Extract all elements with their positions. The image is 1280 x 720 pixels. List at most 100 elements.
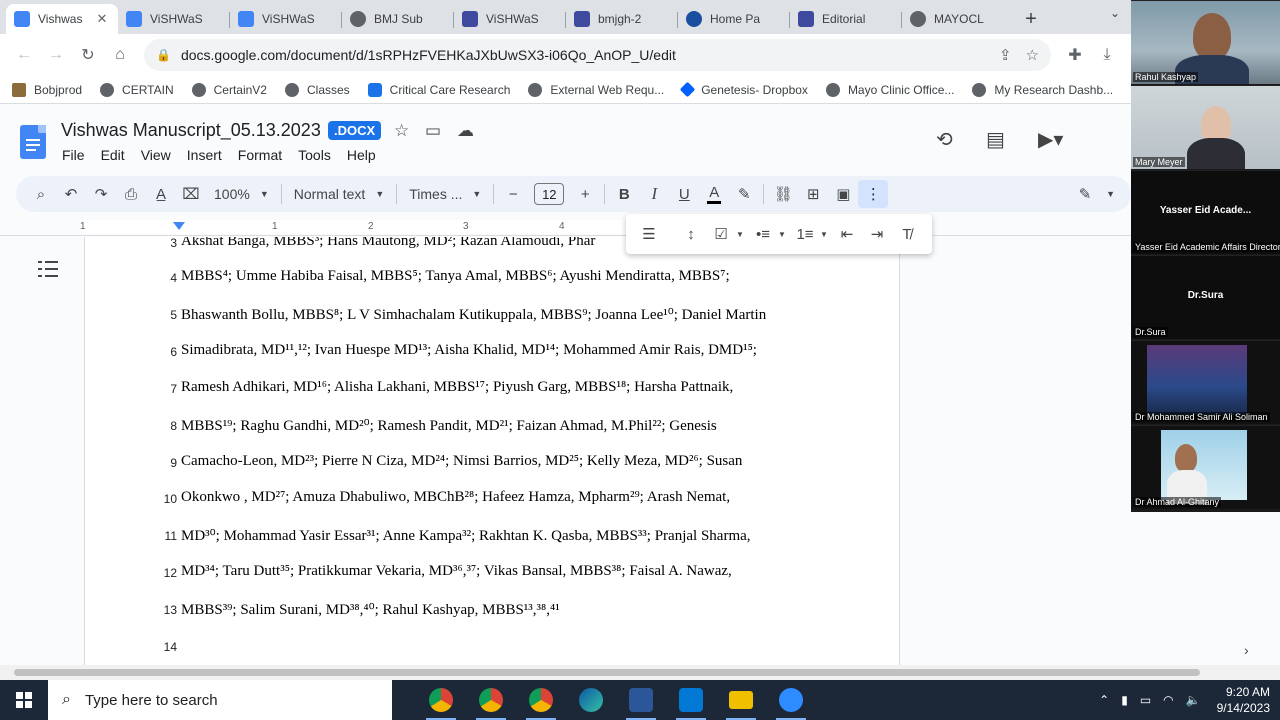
chevron-right-icon[interactable]: ›	[1244, 642, 1249, 658]
document-line[interactable]: 12 MD³⁴; Taru Dutt³⁵; Pratikkumar Vekaria…	[85, 563, 901, 585]
taskbar-word[interactable]	[616, 680, 666, 720]
document-line[interactable]: 11 MD³⁰; Mohammad Yasir Essar³¹; Anne Kam…	[85, 526, 901, 548]
taskbar-chrome-profile-2[interactable]	[466, 680, 516, 720]
taskbar-zoom[interactable]	[766, 680, 816, 720]
participant-video-tile[interactable]: Rahul Kashyap	[1131, 0, 1280, 84]
document-line[interactable]: 14	[85, 637, 901, 659]
bookmark-item[interactable]: External Web Requ...	[528, 82, 664, 97]
reload-icon[interactable]: ↻	[72, 39, 104, 71]
bookmark-item[interactable]: Bobjprod	[12, 82, 82, 97]
taskbar-chrome-profile-1[interactable]	[416, 680, 466, 720]
participant-tile[interactable]: Yasser Eid Acade... Yasser Eid Academic …	[1131, 170, 1280, 254]
wifi-icon[interactable]: ◠	[1163, 693, 1173, 707]
document-canvas[interactable]: 3 Akshat Banga, MBBS³; Hans Mautong, MD²;…	[0, 237, 1131, 665]
document-line[interactable]: 7 Ramesh Adhikari, MD¹⁶; Alisha Lakhani, …	[85, 379, 901, 401]
document-line[interactable]: 5 Bhaswanth Bollu, MBBS⁸; L V Simhachalam…	[85, 305, 901, 327]
font-size-input[interactable]: 12	[534, 183, 565, 205]
menu-insert[interactable]: Insert	[179, 145, 230, 165]
taskbar-clock[interactable]: 9:20 AM 9/14/2023	[1217, 684, 1270, 716]
taskbar-search-box[interactable]: ⌕ Type here to search	[48, 680, 392, 720]
home-icon[interactable]: ⌂	[104, 39, 136, 71]
taskbar-outlook[interactable]	[666, 680, 716, 720]
chevron-up-icon[interactable]: ⌃	[1099, 693, 1109, 707]
menu-format[interactable]: Format	[230, 145, 290, 165]
highlight-pen-icon[interactable]: ✎	[729, 180, 759, 208]
document-line[interactable]: 10 Okonkwo , MD²⁷; Amuza Dhabuliwo, MBChB…	[85, 489, 901, 511]
document-line[interactable]: 8 MBBS¹⁹; Raghu Gandhi, MD²⁰; Ramesh Pand…	[85, 416, 901, 438]
increase-indent-icon[interactable]: ⇥	[862, 225, 892, 243]
add-comment-icon[interactable]: ⊞	[798, 180, 828, 208]
line-spacing-icon[interactable]: ↕	[676, 226, 706, 243]
browser-tab[interactable]: ViSHWaS	[454, 4, 566, 34]
participant-video-tile[interactable]: Dr Mohammed Samir Ali Soliman	[1131, 340, 1280, 424]
participant-tile[interactable]: Dr.Sura Dr.Sura	[1131, 255, 1280, 339]
share-icon[interactable]: ⇪	[999, 46, 1012, 64]
dropdown-arrow-icon[interactable]: ▼	[778, 230, 790, 239]
bookmark-item[interactable]: CERTAIN	[100, 82, 174, 97]
menu-view[interactable]: View	[133, 145, 179, 165]
close-tab-icon[interactable]: ✕	[94, 11, 110, 27]
address-bar[interactable]: 🔒 docs.google.com/document/d/1sRPHzFVEHK…	[144, 39, 1051, 71]
insert-link-icon[interactable]: ⛓	[768, 180, 798, 208]
document-title[interactable]: Vishwas Manuscript_05.13.2023	[61, 120, 321, 141]
paint-format-icon[interactable]: ⌧	[176, 180, 206, 208]
increase-font-size-icon[interactable]: +	[570, 180, 600, 208]
search-menus-icon[interactable]: ⌕	[26, 180, 56, 208]
browser-tab[interactable]: ViSHWaS	[118, 4, 230, 34]
dropdown-arrow-icon[interactable]: ▼	[820, 230, 832, 239]
document-line[interactable]: 4 MBBS⁴; Umme Habiba Faisal, MBBS⁵; Tanya…	[85, 268, 901, 290]
cloud-status-icon[interactable]: ☁	[457, 121, 474, 141]
bookmark-item[interactable]: Genetesis- Dropbox	[679, 81, 808, 98]
decrease-font-size-icon[interactable]: −	[498, 180, 528, 208]
tab-search-chevron-icon[interactable]: ⌄	[1110, 6, 1120, 20]
horizontal-scrollbar[interactable]	[0, 665, 1280, 680]
battery-icon[interactable]: ▭	[1140, 693, 1151, 707]
star-icon[interactable]: ☆	[394, 121, 409, 141]
bookmark-item[interactable]: My Research Dashb...	[972, 82, 1113, 97]
bookmark-item[interactable]: Classes	[284, 82, 350, 97]
bold-icon[interactable]: B	[609, 180, 639, 208]
undo-icon[interactable]: ↶	[56, 180, 86, 208]
document-outline-icon[interactable]	[38, 261, 58, 277]
spellcheck-icon[interactable]: A̲	[146, 180, 176, 208]
lock-icon[interactable]: 🔒	[156, 48, 171, 62]
browser-tab[interactable]: BMJ Sub	[342, 4, 454, 34]
browser-tab[interactable]: Home Pa	[678, 4, 790, 34]
google-docs-logo-icon[interactable]	[20, 125, 46, 159]
editing-mode-dropdown-icon[interactable]: ▼	[1100, 180, 1121, 208]
forward-arrow-icon[interactable]: →	[40, 39, 72, 71]
align-left-icon[interactable]: ☰	[634, 225, 664, 243]
bookmark-star-icon[interactable]: ☆	[1026, 46, 1039, 64]
indent-marker[interactable]	[173, 222, 185, 230]
extensions-puzzle-icon[interactable]: ✚	[1059, 39, 1091, 71]
menu-edit[interactable]: Edit	[93, 145, 133, 165]
zoom-select[interactable]: 100% ▼	[206, 186, 277, 202]
menu-help[interactable]: Help	[339, 145, 384, 165]
new-tab-button[interactable]: +	[1014, 4, 1048, 34]
windows-start-button[interactable]	[0, 680, 48, 720]
bulleted-list-icon[interactable]: •≡	[748, 226, 778, 243]
numbered-list-icon[interactable]: 1≡	[790, 226, 820, 243]
clear-formatting-icon[interactable]: T̸	[892, 226, 922, 243]
meet-camera-icon[interactable]: ▶▾	[1038, 127, 1063, 152]
text-color-icon[interactable]: A	[699, 180, 729, 208]
participant-video-tile[interactable]: Dr Ahmad Al-Ghitany	[1131, 425, 1280, 509]
taskbar-chrome-profile-3[interactable]	[516, 680, 566, 720]
menu-tools[interactable]: Tools	[290, 145, 339, 165]
decrease-indent-icon[interactable]: ⇤	[832, 225, 862, 243]
browser-tab[interactable]: ViSHWaS	[230, 4, 342, 34]
more-options-icon[interactable]: ⋮	[858, 180, 889, 208]
dropdown-arrow-icon[interactable]: ▼	[736, 230, 748, 239]
bookmark-item[interactable]: Mayo Clinic Office...	[825, 82, 954, 97]
italic-icon[interactable]: I	[639, 180, 669, 208]
document-line[interactable]: 13 MBBS³⁹; Salim Surani, MD³⁸,⁴⁰; Rahul K…	[85, 600, 901, 622]
scrollbar-thumb[interactable]	[14, 669, 1200, 676]
print-icon[interactable]: ⎙	[116, 180, 146, 208]
checklist-icon[interactable]: ☑	[706, 225, 736, 243]
font-family-select[interactable]: Times ... ▼	[401, 186, 489, 202]
ruler[interactable]: 1 1 2 3 4	[0, 218, 1131, 236]
paragraph-style-select[interactable]: Normal text ▼	[286, 186, 393, 202]
usb-device-icon[interactable]: ▮	[1121, 693, 1128, 707]
back-arrow-icon[interactable]: ←	[8, 39, 40, 71]
version-history-icon[interactable]: ⟲	[936, 127, 953, 152]
